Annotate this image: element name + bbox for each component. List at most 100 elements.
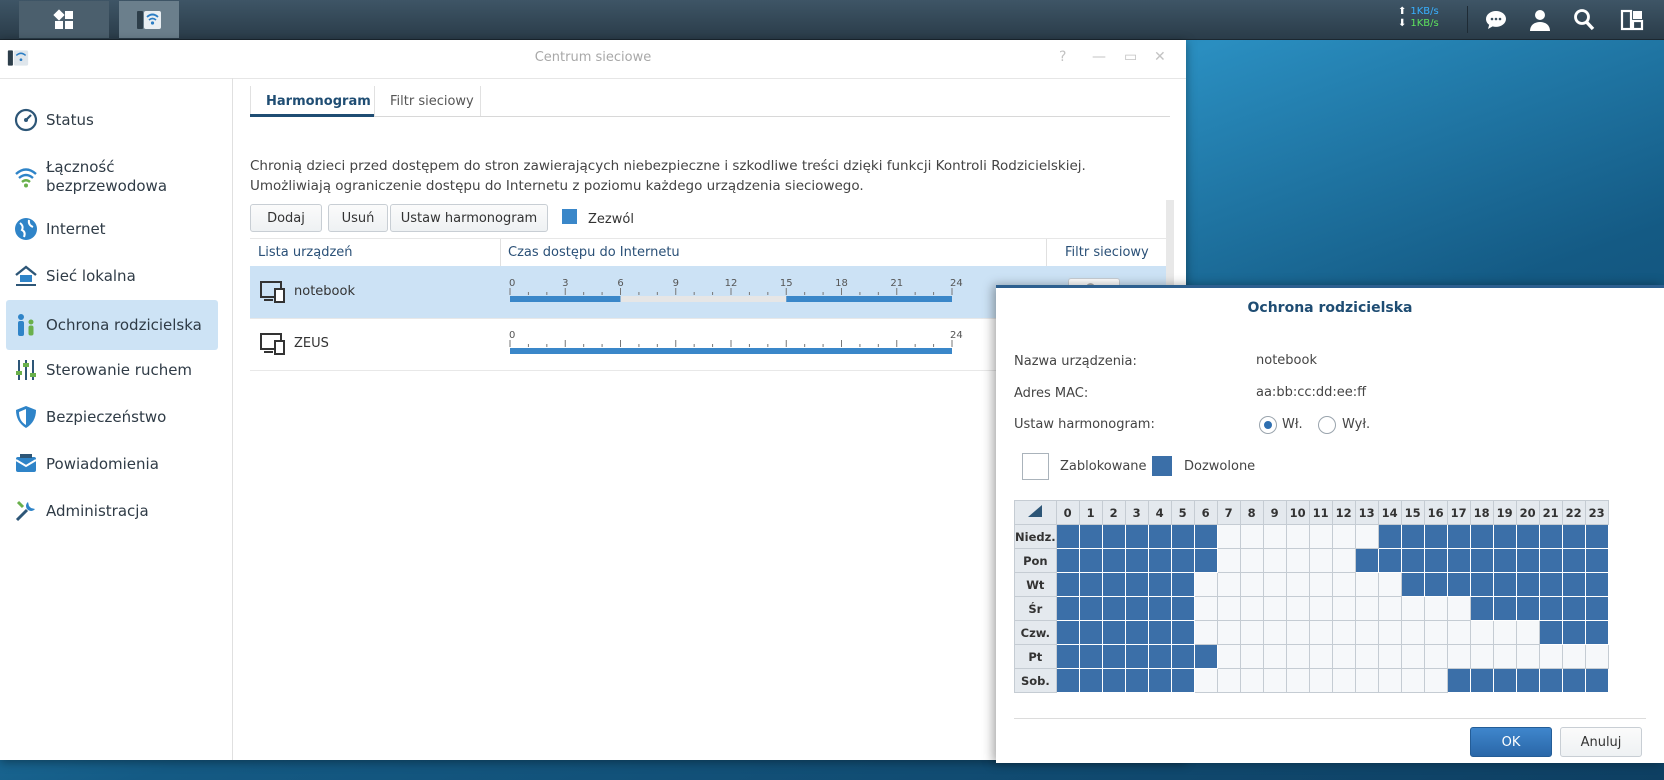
schedule-cell[interactable] xyxy=(1262,668,1287,693)
schedule-cell[interactable] xyxy=(1216,668,1241,693)
select-all-corner[interactable] xyxy=(1014,500,1057,525)
schedule-cell[interactable] xyxy=(1538,668,1563,693)
sidebar-item-status[interactable]: Status xyxy=(6,100,218,140)
schedule-cell[interactable] xyxy=(1446,644,1471,669)
schedule-cell[interactable] xyxy=(1492,548,1517,573)
schedule-cell[interactable] xyxy=(1308,572,1333,597)
hour-header[interactable]: 2 xyxy=(1101,500,1126,525)
hour-header[interactable]: 7 xyxy=(1216,500,1241,525)
schedule-cell[interactable] xyxy=(1147,524,1172,549)
hour-header[interactable]: 4 xyxy=(1147,500,1172,525)
schedule-cell[interactable] xyxy=(1124,596,1149,621)
schedule-cell[interactable] xyxy=(1101,668,1126,693)
hour-header[interactable]: 0 xyxy=(1055,500,1080,525)
schedule-cell[interactable] xyxy=(1193,620,1218,645)
hour-header[interactable]: 20 xyxy=(1515,500,1540,525)
schedule-cell[interactable] xyxy=(1446,620,1471,645)
schedule-cell[interactable] xyxy=(1078,572,1103,597)
schedule-cell[interactable] xyxy=(1331,572,1356,597)
schedule-cell[interactable] xyxy=(1561,572,1586,597)
schedule-cell[interactable] xyxy=(1400,596,1425,621)
schedule-cell[interactable] xyxy=(1170,572,1195,597)
schedule-cell[interactable] xyxy=(1239,668,1264,693)
hour-header[interactable]: 18 xyxy=(1469,500,1494,525)
schedule-cell[interactable] xyxy=(1584,524,1609,549)
sidebar-item-notifications[interactable]: Powiadomienia xyxy=(6,444,218,484)
schedule-cell[interactable] xyxy=(1078,644,1103,669)
schedule-cell[interactable] xyxy=(1561,524,1586,549)
schedule-cell[interactable] xyxy=(1446,548,1471,573)
schedule-cell[interactable] xyxy=(1469,620,1494,645)
schedule-cell[interactable] xyxy=(1492,596,1517,621)
schedule-cell[interactable] xyxy=(1170,620,1195,645)
network-center-taskbar-button[interactable] xyxy=(119,1,179,38)
schedule-cell[interactable] xyxy=(1469,644,1494,669)
schedule-cell[interactable] xyxy=(1561,668,1586,693)
schedule-cell[interactable] xyxy=(1101,596,1126,621)
schedule-cell[interactable] xyxy=(1561,596,1586,621)
schedule-cell[interactable] xyxy=(1354,548,1379,573)
schedule-cell[interactable] xyxy=(1124,524,1149,549)
schedule-cell[interactable] xyxy=(1584,668,1609,693)
schedule-cell[interactable] xyxy=(1377,572,1402,597)
window-titlebar[interactable]: Centrum sieciowe ? — ▭ ✕ xyxy=(0,40,1186,79)
schedule-cell[interactable] xyxy=(1055,620,1080,645)
chat-icon[interactable] xyxy=(1484,8,1508,32)
schedule-cell[interactable] xyxy=(1055,644,1080,669)
schedule-off-radio[interactable] xyxy=(1318,416,1336,434)
schedule-cell[interactable] xyxy=(1308,596,1333,621)
schedule-cell[interactable] xyxy=(1331,596,1356,621)
sidebar-item-parental-control[interactable]: Ochrona rodzicielska xyxy=(6,300,218,350)
schedule-cell[interactable] xyxy=(1101,572,1126,597)
schedule-cell[interactable] xyxy=(1492,524,1517,549)
schedule-cell[interactable] xyxy=(1239,596,1264,621)
schedule-cell[interactable] xyxy=(1561,644,1586,669)
main-menu-button[interactable] xyxy=(19,1,109,38)
schedule-cell[interactable] xyxy=(1538,548,1563,573)
sidebar-item-security[interactable]: Bezpieczeństwo xyxy=(6,397,218,437)
schedule-cell[interactable] xyxy=(1423,524,1448,549)
schedule-cell[interactable] xyxy=(1469,596,1494,621)
schedule-cell[interactable] xyxy=(1147,620,1172,645)
schedule-cell[interactable] xyxy=(1515,548,1540,573)
close-button[interactable]: ✕ xyxy=(1154,49,1166,65)
help-button[interactable]: ? xyxy=(1059,49,1066,65)
schedule-cell[interactable] xyxy=(1515,644,1540,669)
schedule-cell[interactable] xyxy=(1124,668,1149,693)
hour-header[interactable]: 12 xyxy=(1331,500,1356,525)
schedule-cell[interactable] xyxy=(1193,548,1218,573)
schedule-cell[interactable] xyxy=(1078,548,1103,573)
schedule-cell[interactable] xyxy=(1124,548,1149,573)
schedule-cell[interactable] xyxy=(1055,572,1080,597)
hour-header[interactable]: 22 xyxy=(1561,500,1586,525)
schedule-cell[interactable] xyxy=(1538,524,1563,549)
schedule-cell[interactable] xyxy=(1469,524,1494,549)
schedule-cell[interactable] xyxy=(1055,596,1080,621)
schedule-cell[interactable] xyxy=(1308,644,1333,669)
schedule-cell[interactable] xyxy=(1446,668,1471,693)
schedule-cell[interactable] xyxy=(1377,596,1402,621)
schedule-cell[interactable] xyxy=(1423,572,1448,597)
hour-header[interactable]: 19 xyxy=(1492,500,1517,525)
schedule-cell[interactable] xyxy=(1584,644,1609,669)
schedule-cell[interactable] xyxy=(1239,644,1264,669)
schedule-cell[interactable] xyxy=(1331,620,1356,645)
schedule-cell[interactable] xyxy=(1262,524,1287,549)
schedule-cell[interactable] xyxy=(1377,644,1402,669)
schedule-grid[interactable]: 0 1 2 3 4 5 6 7 8 9 10 11 12 13 14 15 16 17 18 19 20 21 22 23 Ni… xyxy=(1014,500,1609,693)
maximize-button[interactable]: ▭ xyxy=(1124,49,1137,65)
schedule-cell[interactable] xyxy=(1331,548,1356,573)
minimize-button[interactable]: — xyxy=(1092,49,1106,65)
schedule-cell[interactable] xyxy=(1216,596,1241,621)
schedule-cell[interactable] xyxy=(1170,548,1195,573)
schedule-cell[interactable] xyxy=(1584,620,1609,645)
schedule-cell[interactable] xyxy=(1354,668,1379,693)
schedule-cell[interactable] xyxy=(1124,572,1149,597)
schedule-cell[interactable] xyxy=(1469,548,1494,573)
schedule-on-label[interactable]: Wł. xyxy=(1282,417,1303,432)
day-header[interactable]: Pon xyxy=(1014,548,1057,573)
tab-web-filter[interactable]: Filtr sieciowy xyxy=(390,94,474,109)
schedule-cell[interactable] xyxy=(1377,620,1402,645)
add-button[interactable]: Dodaj xyxy=(250,204,322,232)
schedule-cell[interactable] xyxy=(1216,620,1241,645)
